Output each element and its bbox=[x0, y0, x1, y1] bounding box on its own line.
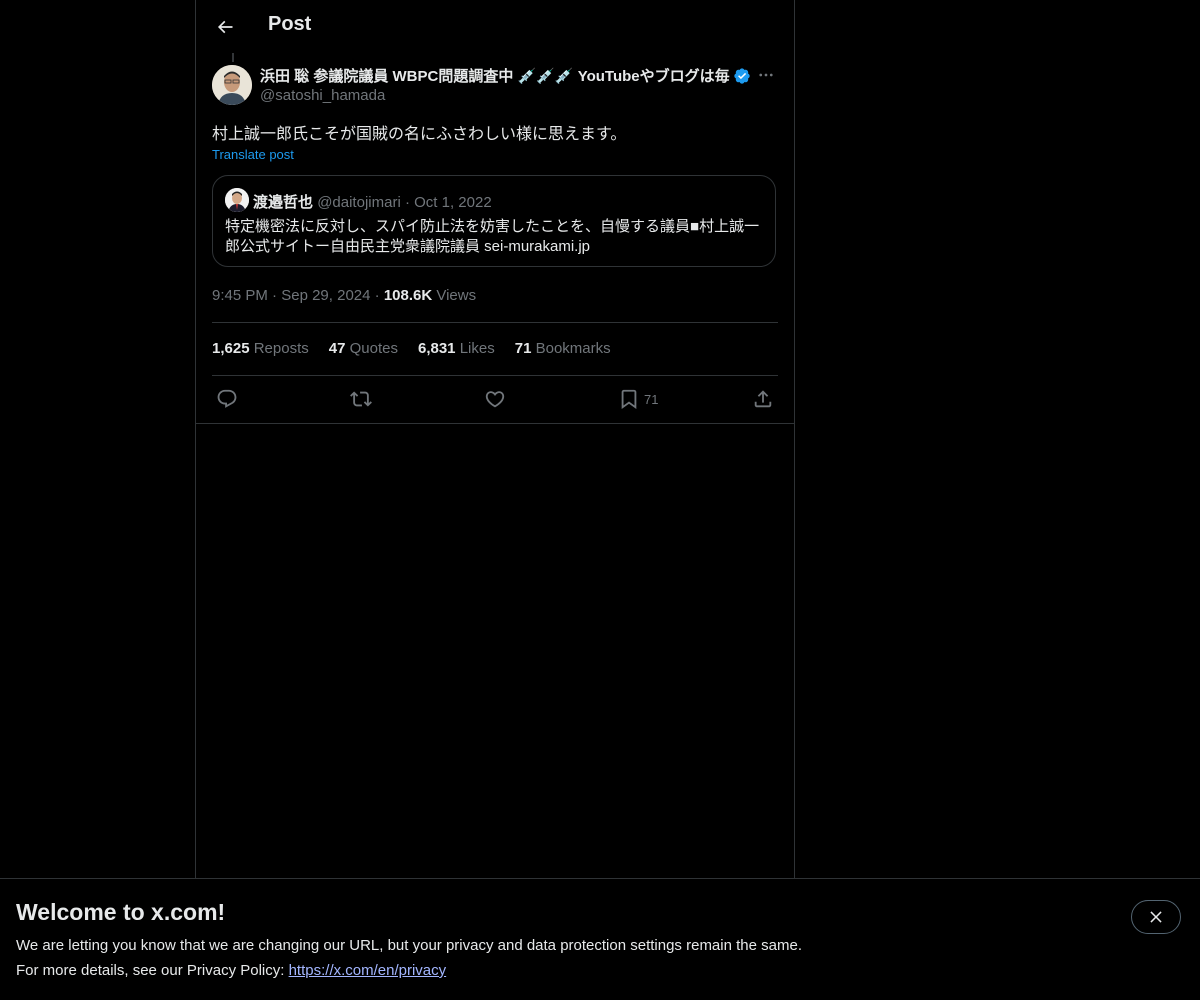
divider bbox=[212, 322, 778, 323]
quotes-count: 47 bbox=[328, 340, 346, 357]
verified-badge-icon bbox=[733, 67, 750, 84]
main-column: Post 浜田 聡 参議院議員 WBPC問題調査中 💉💉💉 YouTubeやブロ… bbox=[195, 0, 795, 1000]
post-time[interactable]: 9:45 PM bbox=[212, 287, 268, 304]
banner-message: We are letting you know that we are chan… bbox=[16, 937, 802, 954]
quotes-label: Quotes bbox=[349, 340, 398, 357]
quoted-date: Oct 1, 2022 bbox=[414, 194, 492, 211]
quotes-stat[interactable]: 47 Quotes bbox=[329, 340, 398, 357]
bookmarks-stat[interactable]: 71 Bookmarks bbox=[515, 340, 611, 357]
divider bbox=[196, 423, 794, 424]
repost-icon bbox=[350, 391, 372, 407]
post-stats: 1,625 Reposts 47 Quotes 6,831 Likes 71 B… bbox=[212, 340, 611, 357]
meta-separator: · bbox=[374, 287, 380, 304]
page-title: Post bbox=[268, 13, 312, 35]
back-button[interactable] bbox=[208, 10, 242, 44]
quoted-avatar bbox=[225, 188, 249, 212]
post-author: 浜田 聡 参議院議員 WBPC問題調査中 💉💉💉 YouTubeやブログは毎 @… bbox=[260, 65, 760, 109]
heart-icon bbox=[485, 391, 505, 408]
quoted-avatar-image bbox=[225, 188, 249, 212]
author-handle[interactable]: @satoshi_hamada bbox=[260, 87, 385, 104]
banner-privacy-prefix: For more details, see our Privacy Policy… bbox=[16, 962, 289, 979]
more-options-button[interactable] bbox=[754, 63, 778, 87]
privacy-policy-link[interactable]: https://x.com/en/privacy bbox=[289, 962, 447, 979]
author-name-text: 浜田 聡 参議院議員 WBPC問題調査中 💉💉💉 YouTubeやブログは毎 bbox=[260, 68, 730, 85]
quoted-author-handle: @daitojimari bbox=[317, 194, 401, 211]
banner-title: Welcome to x.com! bbox=[16, 899, 226, 925]
views-label: Views bbox=[436, 287, 477, 304]
arrow-left-icon bbox=[217, 20, 233, 34]
quoted-author-name: 渡邉哲也 bbox=[253, 194, 314, 211]
likes-count: 6,831 bbox=[417, 340, 456, 357]
share-icon bbox=[754, 390, 772, 408]
likes-stat[interactable]: 6,831 Likes bbox=[418, 340, 495, 357]
meta-separator: · bbox=[272, 287, 278, 304]
bookmark-icon bbox=[621, 389, 637, 410]
avatar-image bbox=[212, 65, 252, 105]
quoted-post[interactable]: 渡邉哲也 @daitojimari · Oct 1, 2022 特定機密法に反対… bbox=[212, 175, 776, 267]
post-actions: 71 bbox=[212, 383, 778, 415]
translate-post-link[interactable]: Translate post bbox=[212, 147, 294, 162]
bookmarks-label: Bookmarks bbox=[535, 340, 611, 357]
reply-icon bbox=[217, 389, 237, 408]
bookmarks-count: 71 bbox=[514, 340, 532, 357]
likes-label: Likes bbox=[459, 340, 495, 357]
more-dots-icon bbox=[759, 73, 773, 77]
reposts-stat[interactable]: 1,625 Reposts bbox=[212, 340, 309, 357]
avatar[interactable] bbox=[212, 65, 252, 105]
bookmark-button[interactable]: 71 bbox=[618, 387, 658, 411]
quoted-header: 渡邉哲也 @daitojimari · Oct 1, 2022 bbox=[253, 191, 492, 212]
reposts-label: Reposts bbox=[253, 340, 309, 357]
close-icon bbox=[1150, 911, 1162, 923]
quoted-text: 特定機密法に反対し、スパイ防止法を妨害したことを、自慢する議員■村上誠一郎公式サ… bbox=[225, 218, 760, 255]
author-display-name[interactable]: 浜田 聡 参議院議員 WBPC問題調査中 💉💉💉 YouTubeやブログは毎 bbox=[260, 65, 751, 86]
close-banner-button[interactable] bbox=[1131, 900, 1181, 934]
banner-privacy-line: For more details, see our Privacy Policy… bbox=[16, 962, 446, 979]
thread-connector bbox=[232, 53, 234, 62]
quoted-separator: · bbox=[404, 194, 410, 211]
divider bbox=[212, 375, 778, 376]
top-bar: Post bbox=[196, 0, 794, 53]
bookmark-count: 71 bbox=[644, 391, 659, 407]
share-button[interactable] bbox=[752, 387, 774, 411]
welcome-banner: Welcome to x.com! We are letting you kno… bbox=[0, 878, 1200, 1000]
like-button[interactable] bbox=[484, 387, 506, 411]
views-count: 108.6K bbox=[383, 287, 433, 304]
post-meta: 9:45 PM · Sep 29, 2024 · 108.6K Views bbox=[212, 287, 476, 304]
post-date[interactable]: Sep 29, 2024 bbox=[281, 287, 370, 304]
reply-button[interactable] bbox=[216, 387, 238, 411]
reposts-count: 1,625 bbox=[212, 340, 250, 357]
post-text: 村上誠一郎氏こそが国賊の名にふさわしい様に思えます。 bbox=[212, 126, 627, 143]
repost-button[interactable] bbox=[350, 387, 372, 411]
